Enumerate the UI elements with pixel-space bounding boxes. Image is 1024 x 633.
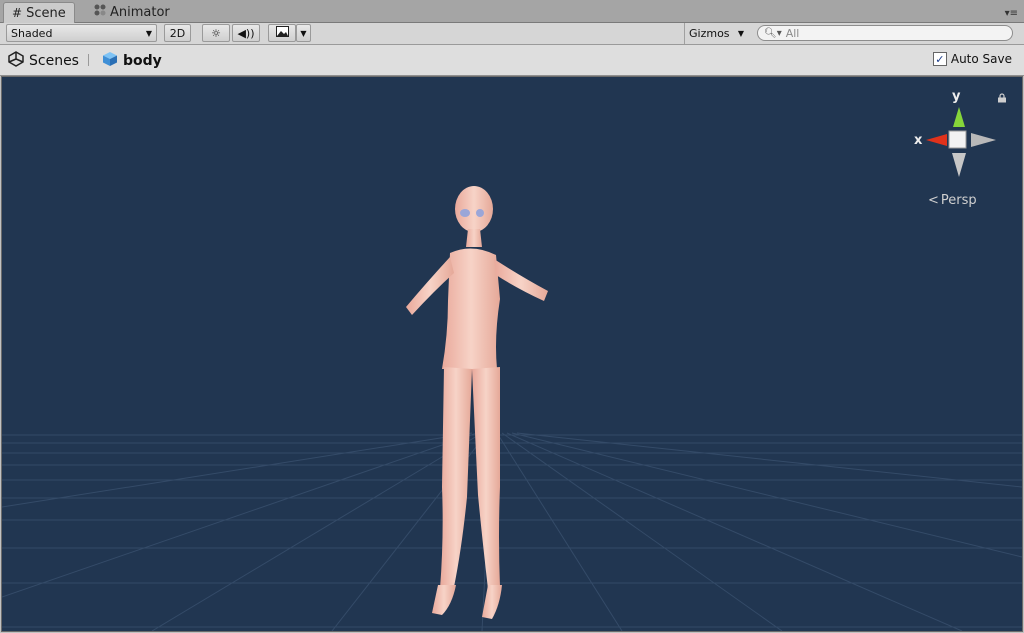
search-icon: 🔍︎▾ [764,27,782,39]
2d-toggle-label: 2D [169,26,186,40]
animator-icon [94,4,106,20]
gizmo-y-label[interactable]: y [952,89,960,104]
auto-save-checkbox[interactable]: ✓ [932,52,947,66]
projection-label: Persp [940,193,977,208]
tab-animator[interactable]: Animator [86,2,178,22]
lighting-toggle-button[interactable]: ☼ [202,24,230,42]
shading-mode-dropdown[interactable]: Shaded ▼ [6,24,157,42]
auto-save-toggle[interactable]: ✓ Auto Save [932,52,1012,66]
prefab-breadcrumb: Scenes body ✓ Auto Save [0,45,1024,76]
scene-viewport[interactable]: y x < Persp [1,76,1023,632]
image-icon [275,26,289,40]
effects-dropdown-button[interactable]: ▼ [296,24,311,42]
auto-save-label: Auto Save [950,52,1012,66]
gizmos-dropdown[interactable]: Gizmos ▼ [685,24,748,42]
orientation-gizmo [926,107,996,177]
prefab-cube-icon [102,51,118,71]
gizmo-x-label[interactable]: x [914,133,922,148]
sun-icon: ☼ [211,26,221,40]
tab-scene[interactable]: # Scene [3,2,75,23]
tab-animator-label: Animator [110,4,170,20]
audio-toggle-button[interactable]: ◀)) [232,24,260,42]
breadcrumb-scenes-label: Scenes [29,53,79,69]
breadcrumb-scenes[interactable]: Scenes [8,51,79,71]
search-placeholder: All [785,26,800,40]
scene-toolbar: Shaded ▼ 2D ☼ ◀)) ▼ Gizmos ▼ 🔍︎▾ All [0,23,1024,45]
character-model [406,186,548,619]
perspective-icon: < [928,193,939,208]
breadcrumb-prefab[interactable]: body [102,51,162,71]
chevron-down-icon: ▼ [145,28,152,38]
2d-toggle-button[interactable]: 2D [164,24,191,42]
chevron-down-icon: ▼ [300,28,307,38]
unity-logo-icon [8,51,24,71]
scene-search-input[interactable]: 🔍︎▾ All [757,25,1013,41]
scene-canvas [2,107,1022,631]
effects-toggle-button[interactable] [268,24,296,42]
breadcrumb-divider [88,54,89,66]
speaker-icon: ◀)) [237,26,255,40]
window-tab-bar: # Scene Animator ▾≡ [0,0,1024,23]
tab-menu-icon[interactable]: ▾≡ [1005,8,1018,19]
ground-grid [2,432,1022,631]
breadcrumb-prefab-label: body [123,53,162,69]
chevron-down-icon: ▼ [737,28,744,38]
shading-mode-value: Shaded [11,26,53,40]
projection-toggle[interactable]: < Persp [928,193,977,208]
grid-icon: # [12,6,23,20]
gizmos-label: Gizmos [689,26,730,40]
tab-scene-label: Scene [26,5,66,21]
